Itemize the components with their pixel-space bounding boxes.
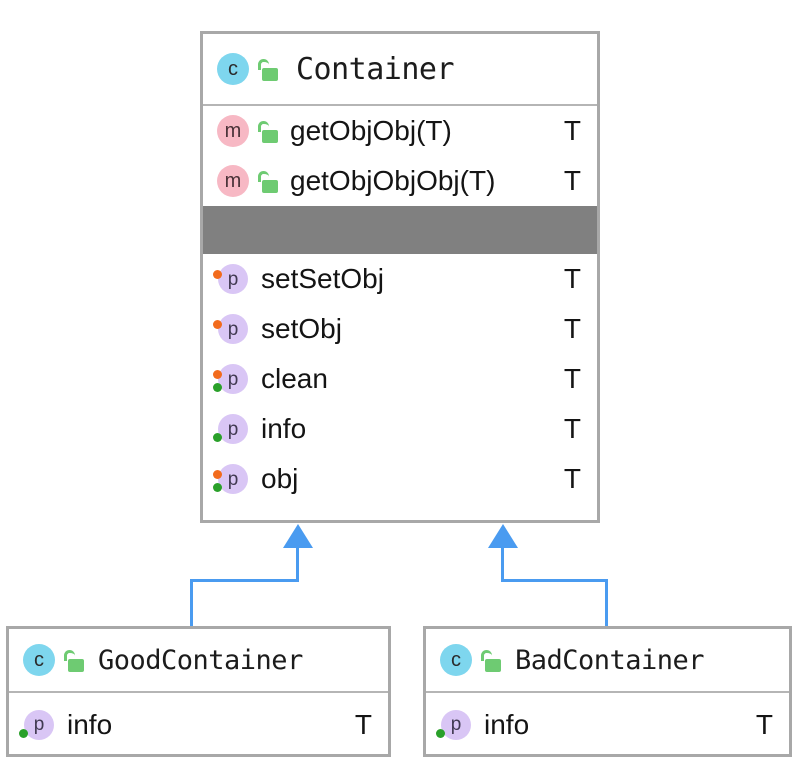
green-visibility-dot-icon bbox=[213, 383, 222, 392]
property-type: T bbox=[563, 413, 581, 444]
property-name: setObj bbox=[261, 313, 342, 344]
method-name: getObjObj(T) bbox=[290, 115, 452, 146]
member-list-bad-container: p info T bbox=[426, 693, 789, 756]
unlocked-padlock-icon bbox=[258, 169, 278, 193]
class-header-good-container: c GoodContainer bbox=[9, 629, 388, 693]
property-row[interactable]: p setObj T bbox=[203, 304, 597, 354]
property-type: T bbox=[354, 708, 372, 740]
connector-good-horizontal bbox=[190, 579, 299, 582]
property-name: info bbox=[67, 708, 113, 740]
class-kind-badge-icon: c bbox=[217, 53, 249, 85]
method-kind-badge-icon: m bbox=[217, 165, 249, 197]
unlocked-padlock-icon bbox=[258, 57, 278, 81]
unlocked-padlock-icon bbox=[481, 648, 501, 672]
class-header-bad-container: c BadContainer bbox=[426, 629, 789, 693]
member-list-container: m getObjObj(T) T m getObjObjObj(T) T p s… bbox=[203, 106, 597, 504]
unlocked-padlock-icon bbox=[64, 648, 84, 672]
property-badge-wrap: p bbox=[213, 413, 249, 445]
orange-visibility-dot-icon bbox=[213, 320, 222, 329]
property-name: setSetObj bbox=[261, 263, 384, 294]
method-badge-wrap: m bbox=[217, 165, 249, 197]
property-badge-wrap: p bbox=[213, 313, 249, 345]
property-badge-wrap: p bbox=[213, 463, 249, 495]
orange-visibility-dot-icon bbox=[213, 470, 222, 479]
method-row[interactable]: m getObjObjObj(T) T bbox=[203, 156, 597, 206]
green-visibility-dot-icon bbox=[436, 728, 445, 738]
property-kind-badge-icon: p bbox=[218, 264, 248, 294]
green-visibility-dot-icon bbox=[213, 433, 222, 442]
method-return-type: T bbox=[563, 115, 581, 146]
method-name: getObjObjObj(T) bbox=[290, 165, 496, 196]
class-kind-badge-icon: c bbox=[23, 644, 55, 676]
class-header-container: c Container bbox=[203, 34, 597, 106]
orange-visibility-dot-icon bbox=[213, 370, 222, 379]
class-title: Container bbox=[296, 51, 455, 87]
property-kind-badge-icon: p bbox=[441, 709, 471, 740]
property-kind-badge-icon: p bbox=[218, 464, 248, 494]
property-kind-badge-icon: p bbox=[218, 414, 248, 444]
property-kind-badge-icon: p bbox=[218, 364, 248, 394]
property-kind-badge-icon: p bbox=[24, 709, 54, 740]
property-badge-wrap: p bbox=[213, 263, 249, 295]
property-name: clean bbox=[261, 363, 328, 394]
property-badge-wrap: p bbox=[213, 363, 249, 395]
property-badge-wrap: p bbox=[19, 709, 55, 741]
property-type: T bbox=[755, 708, 773, 740]
property-row[interactable]: p setSetObj T bbox=[203, 254, 597, 304]
class-box-bad-container[interactable]: c BadContainer p info T bbox=[423, 626, 792, 757]
property-type: T bbox=[563, 363, 581, 394]
connector-good-vertical-upper bbox=[296, 548, 299, 582]
method-kind-badge-icon: m bbox=[217, 115, 249, 147]
property-row[interactable]: p info T bbox=[426, 693, 789, 756]
class-kind-badge-icon: c bbox=[440, 644, 472, 676]
method-row[interactable]: m getObjObj(T) T bbox=[203, 106, 597, 156]
orange-visibility-dot-icon bbox=[213, 270, 222, 279]
property-name: obj bbox=[261, 463, 299, 494]
property-kind-badge-icon: p bbox=[218, 314, 248, 344]
property-row[interactable]: p info T bbox=[203, 404, 597, 454]
class-title: GoodContainer bbox=[98, 644, 303, 676]
green-visibility-dot-icon bbox=[19, 728, 28, 738]
selected-separator-band bbox=[203, 206, 597, 254]
class-box-good-container[interactable]: c GoodContainer p info T bbox=[6, 626, 391, 757]
property-row[interactable]: p clean T bbox=[203, 354, 597, 404]
member-list-good-container: p info T bbox=[9, 693, 388, 756]
green-visibility-dot-icon bbox=[213, 483, 222, 492]
property-type: T bbox=[563, 463, 581, 494]
inheritance-arrowhead-bad bbox=[488, 524, 518, 548]
class-box-container[interactable]: c Container m getObjObj(T) T m getObjObj… bbox=[200, 31, 600, 523]
inheritance-arrowhead-good bbox=[283, 524, 313, 548]
connector-bad-vertical-lower bbox=[605, 579, 608, 627]
property-name: info bbox=[484, 708, 530, 740]
property-name: info bbox=[261, 413, 307, 444]
connector-good-vertical-lower bbox=[190, 579, 193, 627]
unlocked-padlock-icon bbox=[258, 119, 278, 143]
property-row[interactable]: p obj T bbox=[203, 454, 597, 504]
property-type: T bbox=[563, 263, 581, 294]
method-badge-wrap: m bbox=[217, 115, 249, 147]
property-row[interactable]: p info T bbox=[9, 693, 388, 756]
connector-bad-vertical-upper bbox=[501, 548, 504, 582]
property-type: T bbox=[563, 313, 581, 344]
property-badge-wrap: p bbox=[436, 709, 472, 741]
connector-bad-horizontal bbox=[501, 579, 608, 582]
class-title: BadContainer bbox=[515, 644, 705, 676]
diagram-canvas: c Container m getObjObj(T) T m getObjObj… bbox=[0, 0, 798, 772]
method-return-type: T bbox=[563, 165, 581, 196]
